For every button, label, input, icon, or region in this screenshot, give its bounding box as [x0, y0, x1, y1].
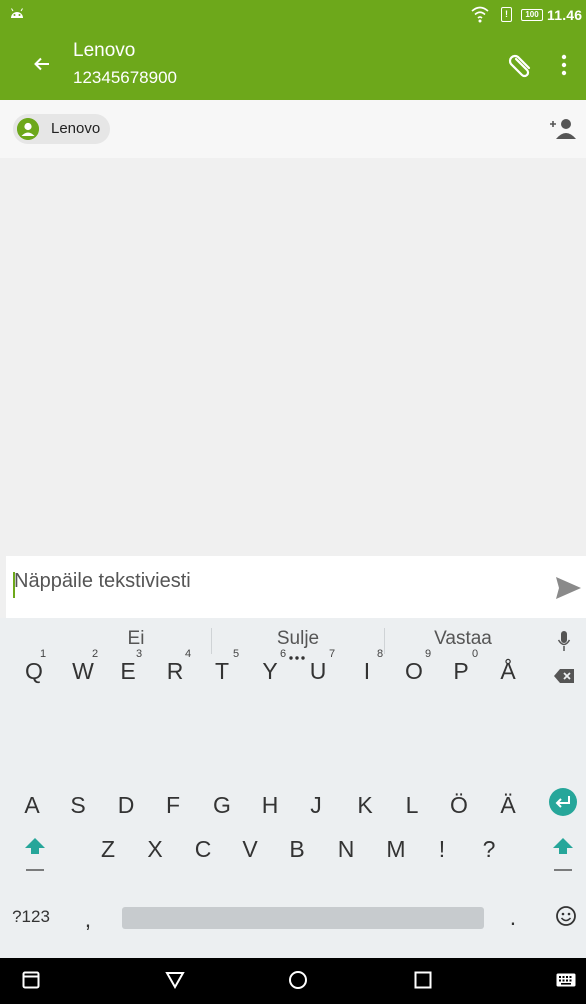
navigation-bar: [0, 958, 586, 1004]
keyboard: Ei Sulje Vastaa 1 Q 2 W 3 E 4 R 5 T 6 Y …: [0, 618, 586, 958]
status-bar: ! 100 11.46: [0, 0, 586, 30]
key-d[interactable]: D: [110, 792, 142, 819]
key-u[interactable]: U: [302, 658, 334, 685]
suggestion-item[interactable]: Sulje: [258, 628, 338, 650]
backspace-icon[interactable]: [553, 668, 575, 684]
shift-icon[interactable]: [552, 836, 574, 874]
recipient-chip[interactable]: Lenovo: [13, 114, 111, 144]
back-arrow-icon[interactable]: [30, 52, 54, 76]
suggestion-divider: [384, 628, 385, 654]
key-j[interactable]: J: [300, 792, 332, 819]
suggestion-strip: Ei Sulje Vastaa: [0, 618, 586, 662]
key-exclamation[interactable]: !: [426, 836, 458, 863]
conversation-title: Lenovo: [73, 40, 136, 61]
compose-bar: Näppäile tekstiviesti: [6, 556, 586, 618]
key-n[interactable]: N: [330, 836, 362, 863]
paperclip-icon[interactable]: [506, 50, 536, 80]
app-bar: Lenovo 12345678900: [0, 30, 586, 100]
key-o-umlaut[interactable]: Ö: [443, 792, 475, 819]
symbols-key[interactable]: ?123: [8, 907, 54, 927]
enter-icon[interactable]: [548, 787, 578, 817]
more-vert-icon[interactable]: [554, 52, 574, 78]
suggestion-divider: [211, 628, 212, 654]
period-key[interactable]: .: [503, 904, 523, 931]
key-a-umlaut[interactable]: Ä: [492, 792, 524, 819]
person-avatar-icon: [17, 118, 39, 140]
add-contact-icon[interactable]: [548, 117, 578, 141]
wifi-icon: [471, 6, 489, 23]
key-s[interactable]: S: [62, 792, 94, 819]
emoji-icon[interactable]: [555, 905, 577, 927]
key-q[interactable]: Q: [18, 658, 50, 685]
recipient-chip-label: Lenovo: [51, 120, 101, 137]
home-circle-icon[interactable]: [288, 970, 308, 990]
overview-square-icon[interactable]: [414, 971, 432, 989]
key-a[interactable]: A: [16, 792, 48, 819]
key-b[interactable]: B: [281, 836, 313, 863]
send-icon[interactable]: [554, 574, 582, 602]
key-p[interactable]: P: [445, 658, 477, 685]
shift-icon[interactable]: [24, 836, 46, 874]
key-l[interactable]: L: [396, 792, 428, 819]
key-g[interactable]: G: [206, 792, 238, 819]
mic-icon[interactable]: [557, 630, 571, 652]
sim-icon: !: [501, 7, 512, 22]
key-x[interactable]: X: [139, 836, 171, 863]
status-time: 11.46: [547, 7, 583, 23]
conversation-phone-number: 12345678900: [73, 68, 178, 87]
comma-key[interactable]: ,: [78, 906, 98, 933]
key-question[interactable]: ?: [473, 836, 505, 863]
key-e[interactable]: E: [112, 658, 144, 685]
key-w[interactable]: W: [67, 658, 99, 685]
key-m[interactable]: M: [380, 836, 412, 863]
key-y[interactable]: Y: [254, 658, 286, 685]
key-a-ring[interactable]: Å: [492, 658, 524, 685]
key-r[interactable]: R: [159, 658, 191, 685]
key-t[interactable]: T: [206, 658, 238, 685]
suggestion-item[interactable]: Vastaa: [418, 628, 508, 650]
key-c[interactable]: C: [187, 836, 219, 863]
suggestion-item[interactable]: Ei: [96, 628, 176, 650]
recents-icon[interactable]: [22, 971, 40, 989]
key-h[interactable]: H: [254, 792, 286, 819]
key-z[interactable]: Z: [92, 836, 124, 863]
key-i[interactable]: I: [351, 658, 383, 685]
android-icon: [11, 8, 23, 18]
message-input[interactable]: Näppäile tekstiviesti: [14, 570, 191, 593]
keyboard-icon[interactable]: [556, 973, 576, 987]
battery-icon: 100: [521, 9, 543, 21]
key-k[interactable]: K: [349, 792, 381, 819]
message-list: [0, 158, 586, 556]
key-f[interactable]: F: [157, 792, 189, 819]
key-o[interactable]: O: [398, 658, 430, 685]
back-triangle-icon[interactable]: [165, 971, 185, 989]
space-bar[interactable]: [122, 907, 484, 929]
key-v[interactable]: V: [234, 836, 266, 863]
